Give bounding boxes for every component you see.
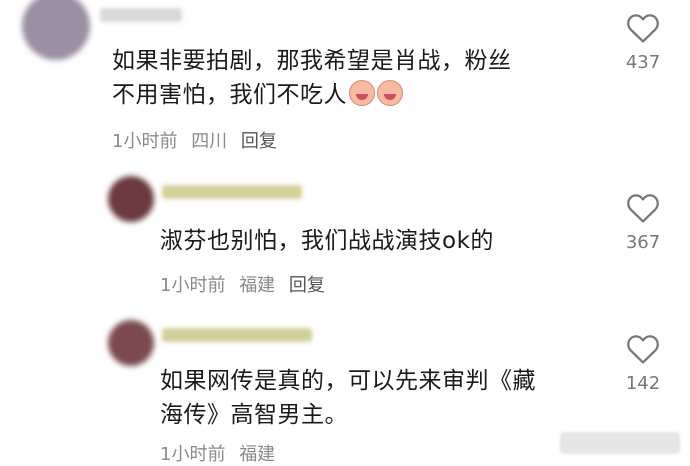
comment-text-line: 不用害怕，我们不吃人 — [112, 78, 582, 112]
comment-time: 1小时前 — [160, 275, 226, 296]
like-count: 437 — [625, 52, 661, 73]
avatar[interactable] — [22, 0, 90, 60]
comment-location: 福建 — [239, 444, 276, 465]
crying-emoji-icon — [349, 80, 375, 106]
reply-button[interactable]: 回复 — [241, 131, 277, 152]
comment-meta: 1小时前 四川 回复 — [112, 127, 285, 153]
heart-outline-icon — [627, 194, 659, 223]
username-blurred[interactable] — [162, 185, 302, 199]
like-button[interactable]: 437 — [608, 12, 678, 73]
avatar[interactable] — [108, 176, 154, 222]
crying-emoji-icon — [377, 80, 403, 106]
comment-text-line: 海传》高智男主。 — [160, 402, 348, 428]
comment-text-line: 淑芬也别怕，我们战战演技ok的 — [160, 228, 494, 254]
like-count: 142 — [625, 373, 661, 394]
comment-text-fragment: 不用害怕，我们不吃人 — [112, 82, 347, 108]
watermark-blurred — [560, 432, 680, 454]
comment-location: 四川 — [191, 131, 228, 152]
comment-location: 福建 — [239, 275, 276, 296]
reply-button[interactable]: 回复 — [289, 275, 325, 296]
comment-text-line: 如果网传是真的，可以先来审判《藏 — [160, 368, 536, 394]
comment-time: 1小时前 — [112, 131, 178, 152]
like-button[interactable]: 367 — [608, 192, 678, 253]
heart-outline-icon — [627, 14, 659, 43]
comment-text-line: 如果非要拍剧，那我希望是肖战，粉丝 — [112, 48, 512, 74]
like-button[interactable]: 142 — [608, 333, 678, 394]
comment-time: 1小时前 — [160, 444, 226, 465]
heart-outline-icon — [627, 335, 659, 364]
like-count: 367 — [625, 232, 661, 253]
comment-text: 淑芬也别怕，我们战战演技ok的 — [160, 224, 590, 258]
comment-text: 如果网传是真的，可以先来审判《藏 海传》高智男主。 — [160, 364, 600, 432]
comment-meta: 1小时前 福建 — [160, 440, 283, 466]
username-blurred[interactable] — [100, 8, 182, 22]
comment-meta: 1小时前 福建 回复 — [160, 271, 333, 297]
username-blurred[interactable] — [162, 328, 312, 342]
comment-text: 如果非要拍剧，那我希望是肖战，粉丝 不用害怕，我们不吃人 — [112, 44, 582, 112]
avatar[interactable] — [108, 320, 154, 366]
